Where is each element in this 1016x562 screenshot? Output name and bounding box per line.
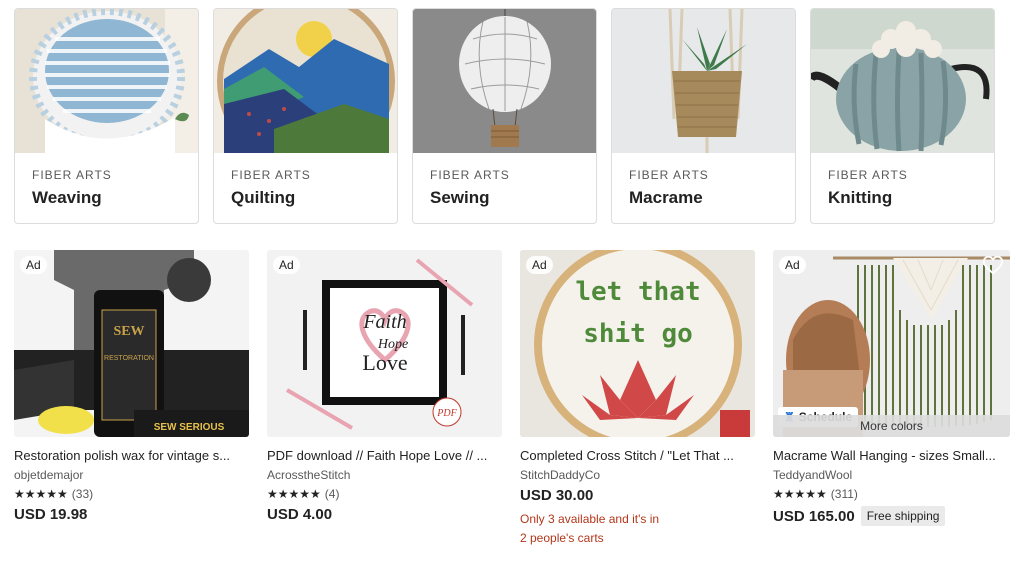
listing-image[interactable]: SEW RESTORATION SEW SERIOUS Ad	[14, 250, 249, 437]
ad-badge: Ad	[526, 256, 553, 274]
scarcity-line: Only 3 available and it's in	[520, 512, 660, 526]
more-colors-label[interactable]: More colors	[773, 415, 1010, 437]
category-image-quilting	[214, 9, 397, 153]
listing-row: SEW RESTORATION SEW SERIOUS Ad Restorati…	[14, 250, 1010, 548]
star-rating-icon: ★★★★★	[14, 487, 68, 501]
listing-title[interactable]: PDF download // Faith Hope Love // ...	[267, 448, 502, 463]
listing-card[interactable]: let that shit go Ad Completed Cross Stit…	[520, 250, 755, 548]
star-rating-icon: ★★★★★	[773, 487, 827, 501]
review-count: (4)	[324, 487, 340, 501]
scarcity-line: 2 people's carts	[520, 531, 604, 545]
category-kicker: FIBER ARTS	[430, 168, 510, 182]
category-kicker: FIBER ARTS	[828, 168, 908, 182]
ad-badge: Ad	[273, 256, 300, 274]
product-label-text: SEW SERIOUS	[154, 422, 225, 433]
price: USD 30.00	[520, 487, 755, 504]
listing-title[interactable]: Macrame Wall Hanging - sizes Small...	[773, 448, 1010, 463]
ad-badge: Ad	[20, 256, 47, 274]
shop-name[interactable]: objetdemajor	[14, 468, 249, 482]
review-count: (311)	[830, 487, 858, 501]
listing-card[interactable]: SEW RESTORATION SEW SERIOUS Ad Restorati…	[14, 250, 249, 548]
price-value: USD 19.98	[14, 506, 88, 523]
free-shipping-badge: Free shipping	[860, 506, 946, 526]
category-card-weaving[interactable]: FIBER ARTS Weaving	[14, 8, 199, 224]
favorite-heart-icon[interactable]	[982, 254, 1004, 276]
rating: ★★★★★ (311)	[773, 487, 1010, 501]
category-row: FIBER ARTS Weaving FIBER ARTS Quilting F…	[14, 8, 995, 224]
product-label-text: PDF	[436, 408, 457, 419]
category-title: Quilting	[231, 188, 296, 207]
price-value: USD 30.00	[520, 487, 594, 504]
category-title: Macrame	[629, 188, 703, 207]
category-kicker: FIBER ARTS	[231, 168, 311, 182]
category-image-knitting	[811, 9, 994, 153]
rating: ★★★★★ (33)	[14, 487, 249, 501]
category-card-macrame[interactable]: FIBER ARTS Macrame	[611, 8, 796, 224]
category-kicker: FIBER ARTS	[32, 168, 112, 182]
category-card-sewing[interactable]: FIBER ARTS Sewing	[412, 8, 597, 224]
ad-badge: Ad	[779, 256, 806, 274]
product-label-text: let that	[575, 277, 700, 307]
listing-image[interactable]: Faith Hope Love PDF Ad	[267, 250, 502, 437]
listing-image[interactable]: Ad ♜ Schedule More colors	[773, 250, 1010, 437]
category-kicker: FIBER ARTS	[629, 168, 709, 182]
listing-title[interactable]: Restoration polish wax for vintage s...	[14, 448, 249, 463]
shop-name[interactable]: AcrosstheStitch	[267, 468, 502, 482]
price: USD 165.00 Free shipping	[773, 506, 1010, 526]
category-card-quilting[interactable]: FIBER ARTS Quilting	[213, 8, 398, 224]
price: USD 19.98	[14, 506, 249, 523]
category-image-sewing	[413, 9, 596, 153]
scarcity-message: Only 3 available and it's in 2 people's …	[520, 510, 755, 548]
product-label-text: shit go	[583, 319, 693, 349]
category-image-macrame	[612, 9, 795, 153]
product-label-text: Love	[362, 350, 407, 375]
listing-title[interactable]: Completed Cross Stitch / "Let That ...	[520, 448, 755, 463]
category-title: Knitting	[828, 188, 893, 207]
star-rating-icon: ★★★★★	[267, 487, 321, 501]
listing-card[interactable]: Faith Hope Love PDF Ad PDF download // F…	[267, 250, 502, 548]
product-label-text: SEW	[113, 324, 144, 339]
rating: ★★★★★ (4)	[267, 487, 502, 501]
shop-name[interactable]: StitchDaddyCo	[520, 468, 755, 482]
price-value: USD 4.00	[267, 506, 333, 523]
category-title: Weaving	[32, 188, 102, 207]
price-value: USD 165.00	[773, 507, 855, 525]
product-label-text: Faith	[362, 311, 406, 333]
listing-card[interactable]: Ad ♜ Schedule More colors Macrame Wall H…	[773, 250, 1010, 548]
product-label-text: RESTORATION	[104, 355, 154, 362]
listing-image[interactable]: let that shit go Ad	[520, 250, 755, 437]
category-title: Sewing	[430, 188, 490, 207]
shop-name[interactable]: TeddyandWool	[773, 468, 1010, 482]
review-count: (33)	[71, 487, 94, 501]
category-image-weaving	[15, 9, 198, 153]
category-card-knitting[interactable]: FIBER ARTS Knitting	[810, 8, 995, 224]
price: USD 4.00	[267, 506, 502, 523]
